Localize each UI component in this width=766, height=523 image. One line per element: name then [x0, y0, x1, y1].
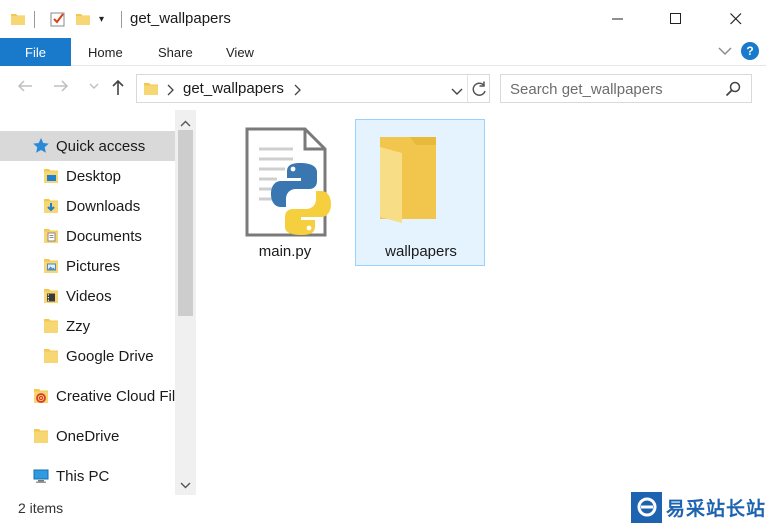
watermark-text: 易采站长站	[666, 497, 766, 520]
expand-ribbon-icon[interactable]	[717, 44, 733, 60]
sidebar-item-google-drive[interactable]: Google Drive	[42, 341, 175, 371]
recent-locations-icon[interactable]	[88, 78, 100, 97]
watermark-logo-icon	[631, 491, 662, 523]
sidebar-item-label: Google Drive	[66, 347, 154, 365]
scroll-up-icon[interactable]	[180, 115, 191, 131]
sidebar-item-documents[interactable]: Documents	[42, 221, 175, 251]
chevron-right-icon[interactable]	[165, 83, 175, 99]
file-item-wallpapers[interactable]: wallpapers	[355, 119, 485, 266]
sidebar-item-label: OneDrive	[56, 427, 120, 445]
address-row: get_wallpapers Search get_wallpapers	[0, 66, 766, 110]
folder-icon	[143, 81, 159, 100]
search-icon[interactable]	[725, 81, 741, 100]
navigation-scrollbar[interactable]	[175, 110, 196, 495]
desktop-folder-icon	[42, 167, 60, 185]
tab-file[interactable]: File	[0, 38, 71, 66]
close-button[interactable]	[706, 0, 766, 38]
star-icon	[32, 137, 50, 155]
file-name: main.py	[258, 243, 312, 260]
ribbon-tabs: File Home Share View ?	[0, 38, 766, 66]
file-list[interactable]: main.py wallpapers	[196, 110, 766, 495]
customize-quick-access-icon[interactable]: ▾	[99, 0, 104, 38]
videos-folder-icon	[42, 287, 60, 305]
chevron-down-icon[interactable]	[450, 84, 464, 100]
sidebar-item-label: Documents	[66, 227, 142, 245]
scroll-down-icon[interactable]	[180, 476, 191, 492]
folder-icon	[42, 317, 60, 335]
watermark: 易采站长站	[631, 491, 766, 523]
pictures-folder-icon	[42, 257, 60, 275]
computer-icon	[32, 467, 50, 485]
back-icon[interactable]	[16, 78, 34, 97]
sidebar-item-label: Quick access	[56, 137, 146, 155]
new-folder-icon[interactable]	[75, 0, 91, 38]
folder-icon	[32, 427, 50, 445]
sidebar-item-desktop[interactable]: Desktop	[42, 161, 175, 191]
sidebar-item-downloads[interactable]: Downloads	[42, 191, 175, 221]
tab-view[interactable]: View	[226, 38, 254, 66]
minimize-button[interactable]	[588, 0, 648, 38]
maximize-button[interactable]	[646, 0, 706, 38]
item-count: 2 items	[18, 500, 64, 516]
up-icon[interactable]	[110, 78, 126, 99]
sidebar-item-label: This PC	[56, 467, 110, 485]
folder-icon	[10, 0, 26, 38]
title-bar: ▾ get_wallpapers	[0, 0, 766, 38]
search-input[interactable]: Search get_wallpapers	[500, 74, 752, 103]
window-title: get_wallpapers	[130, 10, 231, 27]
search-placeholder: Search get_wallpapers	[510, 81, 663, 98]
sidebar-item-pictures[interactable]: Pictures	[42, 251, 175, 281]
navigation-pane: Quick access Desktop Downloads Documents	[0, 110, 196, 495]
documents-folder-icon	[42, 227, 60, 245]
sidebar-item-videos[interactable]: Videos	[42, 281, 175, 311]
folder-icon	[376, 133, 456, 228]
creative-cloud-icon	[32, 387, 50, 405]
chevron-right-icon[interactable]	[292, 83, 302, 99]
properties-icon[interactable]	[49, 0, 67, 38]
sidebar-item-label: Pictures	[66, 257, 121, 275]
tab-share[interactable]: Share	[158, 38, 193, 66]
address-divider	[467, 75, 468, 102]
refresh-icon[interactable]	[470, 80, 488, 101]
sidebar-item-onedrive[interactable]: OneDrive	[32, 421, 175, 451]
title-separator	[121, 11, 122, 28]
python-file-icon	[245, 127, 341, 240]
folder-icon	[42, 347, 60, 365]
quick-access-separator	[34, 11, 35, 28]
downloads-folder-icon	[42, 197, 60, 215]
sidebar-item-quick-access[interactable]: Quick access	[0, 131, 175, 161]
forward-icon[interactable]	[52, 78, 70, 97]
sidebar-item-label: Downloads	[66, 197, 141, 215]
sidebar-item-creative-cloud[interactable]: Creative Cloud Files	[32, 381, 175, 411]
address-bar[interactable]: get_wallpapers	[136, 74, 490, 103]
sidebar-item-label: Creative Cloud Files	[56, 387, 175, 405]
scrollbar-thumb[interactable]	[178, 130, 193, 316]
sidebar-item-label: Zzy	[66, 317, 91, 335]
tab-home[interactable]: Home	[88, 38, 123, 66]
sidebar-item-label: Videos	[66, 287, 112, 305]
sidebar-item-this-pc[interactable]: This PC	[32, 461, 175, 491]
breadcrumb-get-wallpapers[interactable]: get_wallpapers	[183, 80, 284, 97]
file-name: wallpapers	[385, 243, 457, 260]
file-item-main-py[interactable]: main.py	[220, 119, 350, 266]
sidebar-item-label: Desktop	[66, 167, 122, 185]
help-icon[interactable]: ?	[741, 42, 759, 60]
sidebar-item-zzy[interactable]: Zzy	[42, 311, 175, 341]
